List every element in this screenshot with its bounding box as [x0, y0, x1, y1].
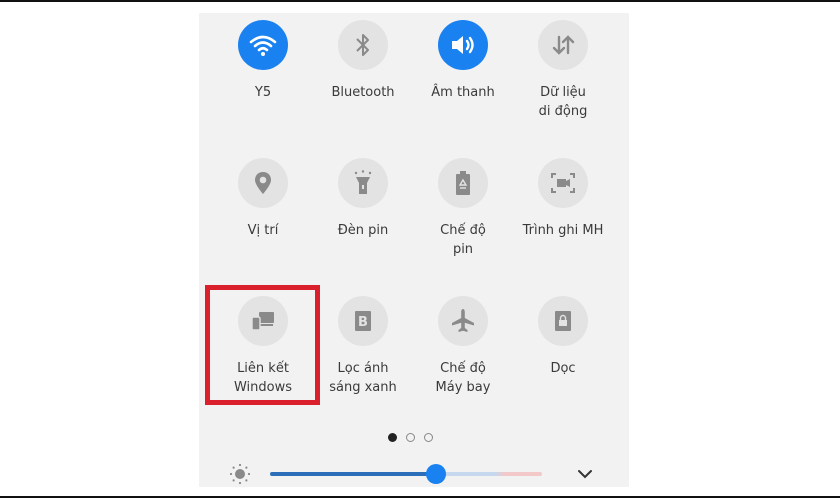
tile-wifi[interactable]: Y5	[213, 20, 313, 102]
tile-label: Trình ghi MH	[522, 223, 604, 238]
rotation-lock-icon	[538, 296, 588, 346]
tile-label: Bluetooth	[331, 85, 395, 100]
tile-mobile-data[interactable]: Dữ liệu di động	[513, 20, 613, 121]
airplane-icon	[438, 296, 488, 346]
tile-label: Chế độ Máy bay	[435, 361, 491, 395]
location-pin-icon	[238, 158, 288, 208]
tile-blue-light[interactable]: B Lọc ánh sáng xanh	[313, 296, 413, 397]
slider-track-fill	[270, 472, 436, 476]
slider-track-remaining	[436, 472, 542, 476]
tile-label: Dọc	[550, 361, 576, 376]
tile-label: Y5	[254, 85, 272, 100]
tile-power-mode[interactable]: Chế độ pin	[413, 158, 513, 259]
tile-label: Chế độ pin	[440, 223, 486, 257]
tile-portrait[interactable]: Dọc	[513, 296, 613, 378]
slider-thumb[interactable]	[426, 464, 446, 484]
page-indicator	[388, 433, 433, 442]
page-dot[interactable]	[424, 433, 433, 442]
volume-icon	[438, 20, 488, 70]
flashlight-icon	[338, 158, 388, 208]
tile-label: Vị trí	[247, 223, 279, 238]
bottom-border	[0, 496, 840, 498]
tile-airplane[interactable]: Chế độ Máy bay	[413, 296, 513, 397]
tile-location[interactable]: Vị trí	[213, 158, 313, 240]
wifi-icon	[238, 20, 288, 70]
bluetooth-icon	[338, 20, 388, 70]
data-transfer-icon	[538, 20, 588, 70]
screen-record-icon	[538, 158, 588, 208]
page-dot[interactable]	[406, 433, 415, 442]
top-border	[0, 0, 840, 2]
tile-label: Âm thanh	[431, 85, 495, 100]
tile-sound[interactable]: Âm thanh	[413, 20, 513, 102]
tile-label: Đèn pin	[337, 223, 389, 238]
tile-flashlight[interactable]: Đèn pin	[313, 158, 413, 240]
expand-chevron-icon[interactable]	[575, 466, 595, 482]
brightness-slider[interactable]	[270, 464, 542, 484]
blue-light-filter-icon: B	[338, 296, 388, 346]
battery-saver-icon	[438, 158, 488, 208]
page-dot-active[interactable]	[388, 433, 397, 442]
brightness-icon	[229, 463, 251, 485]
tile-label: Dữ liệu di động	[538, 85, 588, 119]
tile-bluetooth[interactable]: Bluetooth	[313, 20, 413, 102]
tile-label: Lọc ánh sáng xanh	[329, 361, 397, 395]
tile-screen-recorder[interactable]: Trình ghi MH	[513, 158, 613, 240]
svg-text:B: B	[358, 315, 368, 330]
highlight-box	[205, 285, 320, 405]
